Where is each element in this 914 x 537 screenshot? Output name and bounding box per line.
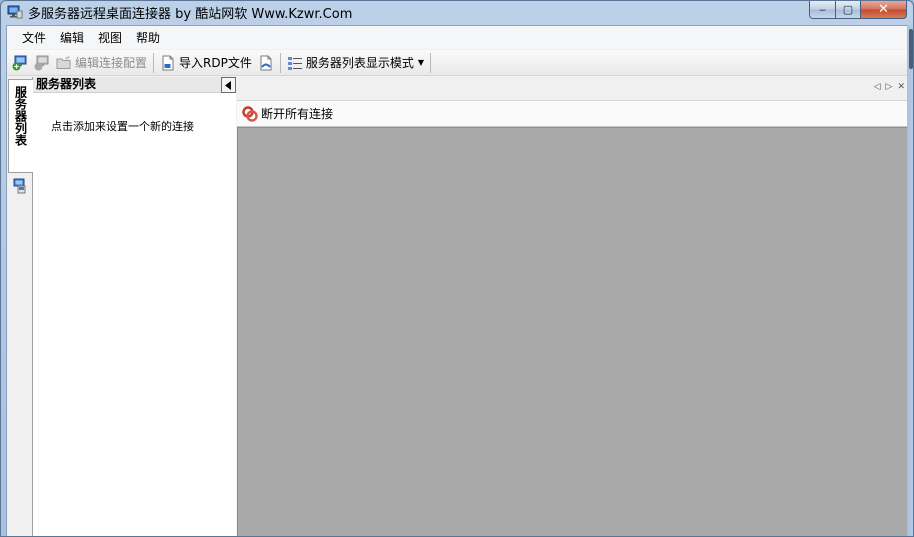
disconnect-all-button[interactable]: 断开所有连接: [239, 103, 336, 125]
tab-server-list[interactable]: 服务器列表: [8, 79, 33, 173]
export-rdp-button[interactable]: [255, 52, 277, 74]
window-title: 多服务器远程桌面连接器 by 酷站网软 Www.Kzwr.Com: [28, 7, 353, 22]
list-view-icon: [287, 56, 302, 70]
import-file-icon: [162, 55, 174, 70]
close-button[interactable]: ✕: [861, 1, 907, 19]
folder-edit-icon: [56, 55, 71, 69]
client-area: 文件 编辑 视图 帮助 编辑连接配置 导入RDP文件 服务器列表显示模式 ▼ 服…: [6, 25, 908, 536]
caption-buttons: ‒ ▢ ✕: [809, 1, 907, 19]
remote-desktop-app-icon: [7, 5, 23, 19]
toolbar-separator: [279, 52, 281, 73]
import-rdp-label: 导入RDP文件: [179, 56, 252, 70]
export-file-icon: [260, 55, 272, 70]
add-connection-button[interactable]: [9, 52, 31, 74]
app-window: 多服务器远程桌面连接器 by 酷站网软 Www.Kzwr.Com ‒ ▢ ✕ 文…: [0, 0, 914, 537]
remote-session-canvas[interactable]: [237, 127, 907, 536]
document-area: ◁ ▷ ✕ 断开所有连接: [237, 77, 907, 536]
menu-help[interactable]: 帮助: [129, 28, 167, 48]
menu-view[interactable]: 视图: [91, 28, 129, 48]
toolbar: 编辑连接配置 导入RDP文件 服务器列表显示模式 ▼: [7, 50, 907, 76]
panel-title: 服务器列表: [36, 77, 97, 91]
minimize-button[interactable]: ‒: [809, 1, 836, 19]
remove-connection-button[interactable]: [31, 52, 53, 74]
document-toolbar: 断开所有连接: [237, 100, 907, 127]
display-mode-dropdown[interactable]: 服务器列表显示模式 ▼: [284, 52, 427, 74]
display-mode-label: 服务器列表显示模式: [305, 56, 414, 70]
toolbar-separator: [153, 52, 155, 73]
import-rdp-button[interactable]: 导入RDP文件: [157, 52, 255, 74]
scroll-right-icon[interactable]: ▷: [886, 82, 893, 92]
caret-left-icon: [225, 80, 231, 90]
disconnect-all-label: 断开所有连接: [261, 107, 334, 121]
edit-config-button[interactable]: 编辑连接配置: [53, 52, 150, 74]
side-tab-strip: 服务器列表: [7, 77, 33, 536]
panel-header: 服务器列表: [33, 77, 236, 93]
disconnect-icon: [242, 105, 258, 122]
connections-tab-icon[interactable]: [13, 178, 29, 194]
edit-config-label: 编辑连接配置: [75, 56, 148, 70]
window-right-edge: [907, 25, 913, 536]
scroll-left-icon[interactable]: ◁: [874, 82, 881, 92]
close-icon: ✕: [878, 2, 889, 17]
maximize-button[interactable]: ▢: [836, 1, 861, 19]
remove-server-icon: [34, 55, 49, 70]
close-document-icon[interactable]: ✕: [897, 82, 905, 92]
add-server-icon: [12, 55, 27, 70]
tab-server-list-label: 服务器列表: [13, 86, 28, 146]
minimize-icon: ‒: [819, 3, 826, 16]
collapse-panel-button[interactable]: [221, 77, 236, 93]
document-nav: ◁ ▷ ✕: [874, 82, 905, 92]
chevron-down-icon: ▼: [417, 58, 425, 67]
menu-edit[interactable]: 编辑: [53, 28, 91, 48]
scroll-thumb[interactable]: [909, 29, 913, 69]
empty-list-hint: 点击添加来设置一个新的连接: [51, 120, 194, 133]
maximize-icon: ▢: [842, 3, 854, 16]
toolbar-separator: [430, 52, 432, 73]
menu-file[interactable]: 文件: [15, 28, 53, 48]
title-bar[interactable]: 多服务器远程桌面连接器 by 酷站网软 Www.Kzwr.Com ‒ ▢ ✕: [1, 1, 913, 23]
menu-bar: 文件 编辑 视图 帮助: [7, 26, 907, 49]
server-list-panel: 服务器列表 点击添加来设置一个新的连接: [33, 77, 236, 536]
